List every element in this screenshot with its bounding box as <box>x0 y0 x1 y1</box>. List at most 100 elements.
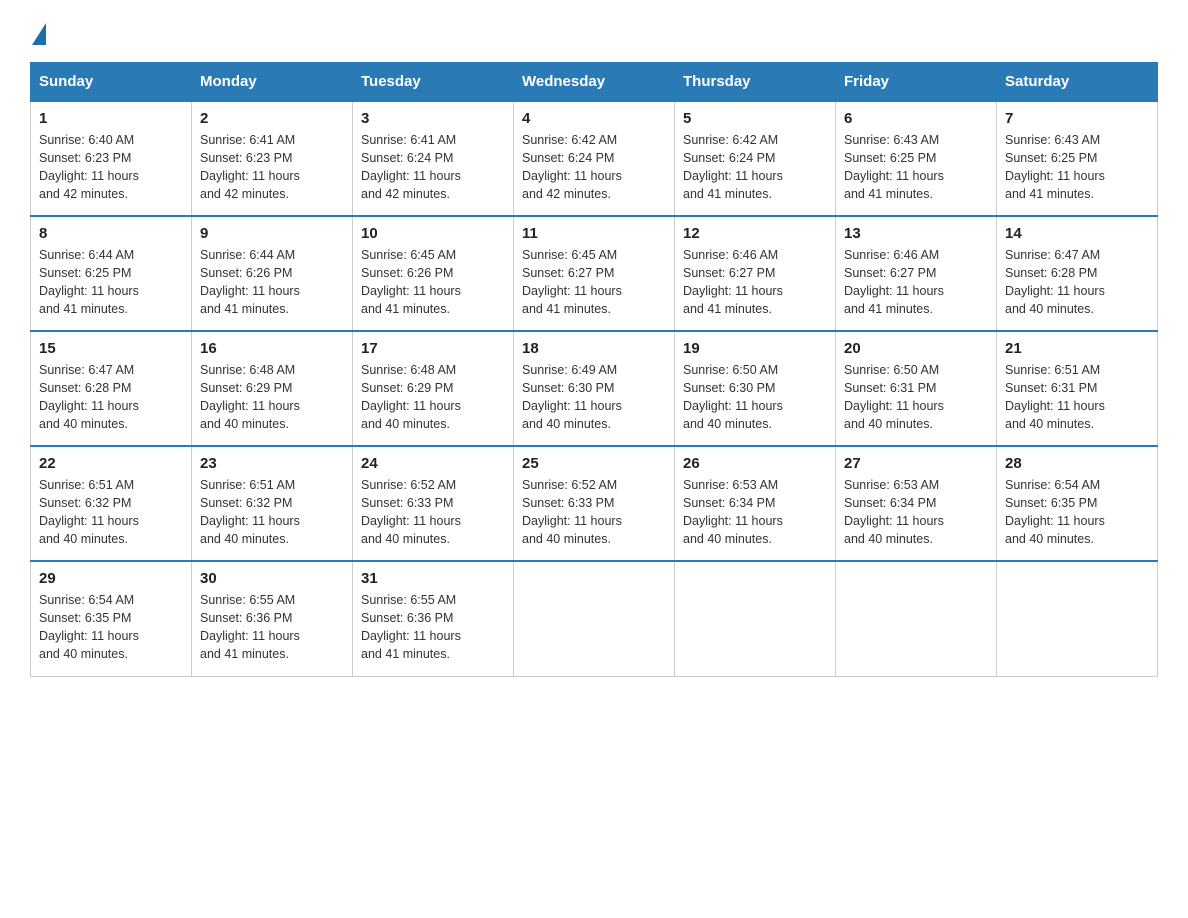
calendar-week-row: 22 Sunrise: 6:51 AMSunset: 6:32 PMDaylig… <box>31 446 1158 561</box>
day-number: 11 <box>522 225 666 242</box>
day-of-week-header: Saturday <box>997 63 1158 102</box>
calendar-day-cell: 17 Sunrise: 6:48 AMSunset: 6:29 PMDaylig… <box>353 331 514 446</box>
calendar-week-row: 29 Sunrise: 6:54 AMSunset: 6:35 PMDaylig… <box>31 561 1158 676</box>
day-info: Sunrise: 6:46 AMSunset: 6:27 PMDaylight:… <box>844 248 944 316</box>
day-number: 20 <box>844 340 988 357</box>
calendar-day-cell: 26 Sunrise: 6:53 AMSunset: 6:34 PMDaylig… <box>675 446 836 561</box>
calendar-day-cell: 10 Sunrise: 6:45 AMSunset: 6:26 PMDaylig… <box>353 216 514 331</box>
day-info: Sunrise: 6:40 AMSunset: 6:23 PMDaylight:… <box>39 133 139 201</box>
calendar-table: SundayMondayTuesdayWednesdayThursdayFrid… <box>30 62 1158 677</box>
calendar-day-cell: 21 Sunrise: 6:51 AMSunset: 6:31 PMDaylig… <box>997 331 1158 446</box>
calendar-day-cell: 27 Sunrise: 6:53 AMSunset: 6:34 PMDaylig… <box>836 446 997 561</box>
day-info: Sunrise: 6:51 AMSunset: 6:32 PMDaylight:… <box>200 478 300 546</box>
calendar-day-cell <box>997 561 1158 676</box>
day-number: 3 <box>361 110 505 127</box>
calendar-day-cell: 14 Sunrise: 6:47 AMSunset: 6:28 PMDaylig… <box>997 216 1158 331</box>
day-number: 18 <box>522 340 666 357</box>
day-number: 8 <box>39 225 183 242</box>
calendar-day-cell: 4 Sunrise: 6:42 AMSunset: 6:24 PMDayligh… <box>514 101 675 216</box>
calendar-day-cell: 28 Sunrise: 6:54 AMSunset: 6:35 PMDaylig… <box>997 446 1158 561</box>
logo-triangle-icon <box>32 23 46 45</box>
calendar-day-cell: 7 Sunrise: 6:43 AMSunset: 6:25 PMDayligh… <box>997 101 1158 216</box>
day-info: Sunrise: 6:43 AMSunset: 6:25 PMDaylight:… <box>1005 133 1105 201</box>
day-of-week-header: Tuesday <box>353 63 514 102</box>
calendar-day-cell: 6 Sunrise: 6:43 AMSunset: 6:25 PMDayligh… <box>836 101 997 216</box>
day-number: 19 <box>683 340 827 357</box>
calendar-day-cell: 20 Sunrise: 6:50 AMSunset: 6:31 PMDaylig… <box>836 331 997 446</box>
day-info: Sunrise: 6:44 AMSunset: 6:25 PMDaylight:… <box>39 248 139 316</box>
calendar-week-row: 1 Sunrise: 6:40 AMSunset: 6:23 PMDayligh… <box>31 101 1158 216</box>
calendar-day-cell: 9 Sunrise: 6:44 AMSunset: 6:26 PMDayligh… <box>192 216 353 331</box>
day-info: Sunrise: 6:44 AMSunset: 6:26 PMDaylight:… <box>200 248 300 316</box>
page-header <box>30 20 1158 42</box>
day-info: Sunrise: 6:46 AMSunset: 6:27 PMDaylight:… <box>683 248 783 316</box>
day-number: 26 <box>683 455 827 472</box>
day-info: Sunrise: 6:45 AMSunset: 6:26 PMDaylight:… <box>361 248 461 316</box>
calendar-day-cell: 18 Sunrise: 6:49 AMSunset: 6:30 PMDaylig… <box>514 331 675 446</box>
day-number: 6 <box>844 110 988 127</box>
calendar-day-cell <box>514 561 675 676</box>
day-number: 2 <box>200 110 344 127</box>
day-number: 21 <box>1005 340 1149 357</box>
day-info: Sunrise: 6:52 AMSunset: 6:33 PMDaylight:… <box>361 478 461 546</box>
calendar-day-cell: 2 Sunrise: 6:41 AMSunset: 6:23 PMDayligh… <box>192 101 353 216</box>
calendar-day-cell: 12 Sunrise: 6:46 AMSunset: 6:27 PMDaylig… <box>675 216 836 331</box>
calendar-day-cell: 13 Sunrise: 6:46 AMSunset: 6:27 PMDaylig… <box>836 216 997 331</box>
calendar-day-cell: 15 Sunrise: 6:47 AMSunset: 6:28 PMDaylig… <box>31 331 192 446</box>
calendar-day-cell: 19 Sunrise: 6:50 AMSunset: 6:30 PMDaylig… <box>675 331 836 446</box>
day-number: 7 <box>1005 110 1149 127</box>
day-number: 25 <box>522 455 666 472</box>
calendar-day-cell: 3 Sunrise: 6:41 AMSunset: 6:24 PMDayligh… <box>353 101 514 216</box>
day-info: Sunrise: 6:55 AMSunset: 6:36 PMDaylight:… <box>361 593 461 661</box>
day-number: 5 <box>683 110 827 127</box>
logo <box>30 20 48 42</box>
day-number: 15 <box>39 340 183 357</box>
day-number: 4 <box>522 110 666 127</box>
day-of-week-header: Wednesday <box>514 63 675 102</box>
calendar-day-cell: 25 Sunrise: 6:52 AMSunset: 6:33 PMDaylig… <box>514 446 675 561</box>
calendar-day-cell: 1 Sunrise: 6:40 AMSunset: 6:23 PMDayligh… <box>31 101 192 216</box>
day-info: Sunrise: 6:45 AMSunset: 6:27 PMDaylight:… <box>522 248 622 316</box>
day-of-week-header: Monday <box>192 63 353 102</box>
day-info: Sunrise: 6:42 AMSunset: 6:24 PMDaylight:… <box>683 133 783 201</box>
day-info: Sunrise: 6:54 AMSunset: 6:35 PMDaylight:… <box>1005 478 1105 546</box>
day-number: 9 <box>200 225 344 242</box>
calendar-week-row: 8 Sunrise: 6:44 AMSunset: 6:25 PMDayligh… <box>31 216 1158 331</box>
day-number: 23 <box>200 455 344 472</box>
day-info: Sunrise: 6:50 AMSunset: 6:31 PMDaylight:… <box>844 363 944 431</box>
day-info: Sunrise: 6:51 AMSunset: 6:31 PMDaylight:… <box>1005 363 1105 431</box>
day-number: 14 <box>1005 225 1149 242</box>
day-info: Sunrise: 6:51 AMSunset: 6:32 PMDaylight:… <box>39 478 139 546</box>
day-info: Sunrise: 6:55 AMSunset: 6:36 PMDaylight:… <box>200 593 300 661</box>
calendar-day-cell: 23 Sunrise: 6:51 AMSunset: 6:32 PMDaylig… <box>192 446 353 561</box>
calendar-day-cell <box>675 561 836 676</box>
day-info: Sunrise: 6:50 AMSunset: 6:30 PMDaylight:… <box>683 363 783 431</box>
day-number: 27 <box>844 455 988 472</box>
day-info: Sunrise: 6:48 AMSunset: 6:29 PMDaylight:… <box>200 363 300 431</box>
day-info: Sunrise: 6:47 AMSunset: 6:28 PMDaylight:… <box>1005 248 1105 316</box>
calendar-header-row: SundayMondayTuesdayWednesdayThursdayFrid… <box>31 63 1158 102</box>
day-number: 22 <box>39 455 183 472</box>
day-info: Sunrise: 6:48 AMSunset: 6:29 PMDaylight:… <box>361 363 461 431</box>
calendar-day-cell: 31 Sunrise: 6:55 AMSunset: 6:36 PMDaylig… <box>353 561 514 676</box>
calendar-day-cell: 16 Sunrise: 6:48 AMSunset: 6:29 PMDaylig… <box>192 331 353 446</box>
day-number: 30 <box>200 570 344 587</box>
calendar-day-cell <box>836 561 997 676</box>
day-info: Sunrise: 6:53 AMSunset: 6:34 PMDaylight:… <box>844 478 944 546</box>
day-number: 28 <box>1005 455 1149 472</box>
day-info: Sunrise: 6:43 AMSunset: 6:25 PMDaylight:… <box>844 133 944 201</box>
day-number: 16 <box>200 340 344 357</box>
day-number: 24 <box>361 455 505 472</box>
day-info: Sunrise: 6:54 AMSunset: 6:35 PMDaylight:… <box>39 593 139 661</box>
calendar-day-cell: 22 Sunrise: 6:51 AMSunset: 6:32 PMDaylig… <box>31 446 192 561</box>
day-number: 17 <box>361 340 505 357</box>
day-info: Sunrise: 6:47 AMSunset: 6:28 PMDaylight:… <box>39 363 139 431</box>
day-info: Sunrise: 6:42 AMSunset: 6:24 PMDaylight:… <box>522 133 622 201</box>
calendar-day-cell: 24 Sunrise: 6:52 AMSunset: 6:33 PMDaylig… <box>353 446 514 561</box>
day-of-week-header: Sunday <box>31 63 192 102</box>
day-of-week-header: Thursday <box>675 63 836 102</box>
day-number: 12 <box>683 225 827 242</box>
day-number: 31 <box>361 570 505 587</box>
day-info: Sunrise: 6:41 AMSunset: 6:23 PMDaylight:… <box>200 133 300 201</box>
calendar-day-cell: 8 Sunrise: 6:44 AMSunset: 6:25 PMDayligh… <box>31 216 192 331</box>
